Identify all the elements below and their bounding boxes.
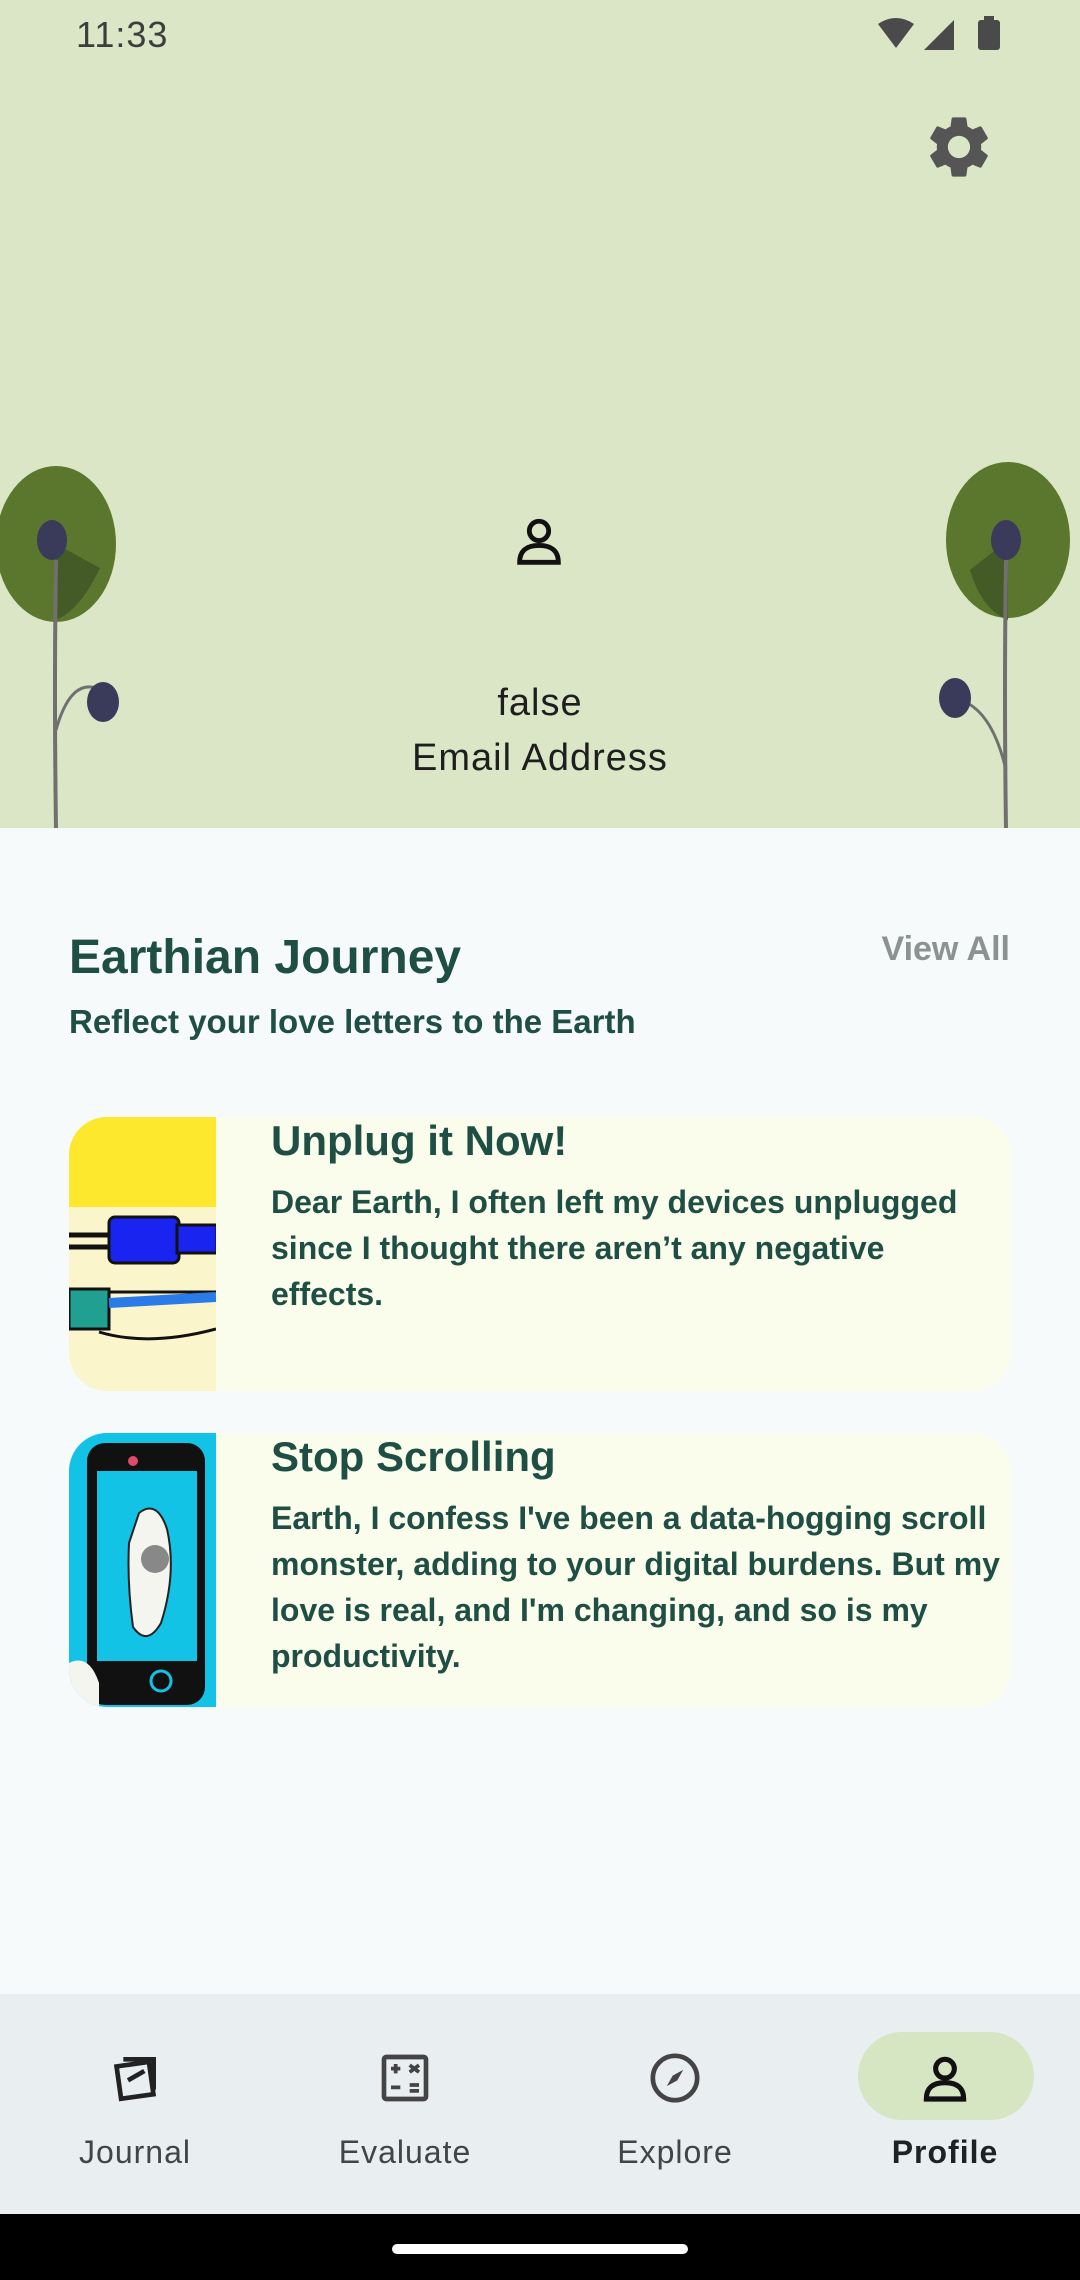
nav-item-journal[interactable]: Journal (0, 1994, 270, 2214)
card-title: Unplug it Now! (271, 1117, 568, 1164)
card-body: Earth, I confess I've been a data-hoggin… (271, 1500, 1000, 1674)
status-time: 11:33 (76, 14, 169, 55)
compass-icon (650, 2053, 700, 2103)
nav-label: Evaluate (338, 2134, 472, 2170)
profile-name: false (497, 682, 583, 724)
status-icons (878, 16, 1000, 50)
view-all-button[interactable]: View All (882, 930, 1011, 969)
battery-icon (978, 20, 1000, 50)
nav-label: Journal (79, 2134, 191, 2170)
nav-item-evaluate[interactable]: Evaluate (270, 1994, 540, 2214)
section-title: Earthian Journey (69, 931, 462, 984)
card-body: Dear Earth, I often left my devices unpl… (271, 1184, 958, 1312)
journal-card[interactable]: Stop Scrolling Earth, I confess I've bee… (69, 1433, 1011, 1707)
profile-email: Email Address (412, 737, 668, 779)
nav-label: Explore (617, 2134, 733, 2170)
person-icon (923, 2056, 967, 2102)
person-icon (517, 518, 561, 565)
bottom-navigation: Journal Evaluate Explore Profile (0, 1994, 1080, 2214)
nav-label: Profile (891, 2134, 999, 2170)
unplug-illustration (69, 1117, 216, 1391)
wifi-icon (878, 18, 914, 48)
avatar[interactable] (510, 512, 568, 574)
section-subtitle: Reflect your love letters to the Earth (69, 1003, 636, 1040)
system-gesture-bar (0, 2214, 1080, 2280)
card-title: Stop Scrolling (271, 1433, 556, 1480)
calculator-icon (381, 2054, 429, 2102)
signal-icon (924, 20, 954, 50)
journal-icon (113, 2057, 157, 2102)
gear-icon[interactable] (922, 110, 996, 184)
phone-footprint-illustration (69, 1433, 216, 1707)
profile-header: 11:33 false Email Address (0, 0, 1080, 828)
journal-card[interactable]: Unplug it Now! Dear Earth, I often left … (69, 1117, 1011, 1391)
nav-item-profile[interactable]: Profile (810, 1994, 1080, 2214)
nav-item-explore[interactable]: Explore (540, 1994, 810, 2214)
home-gesture-handle[interactable] (392, 2244, 688, 2254)
